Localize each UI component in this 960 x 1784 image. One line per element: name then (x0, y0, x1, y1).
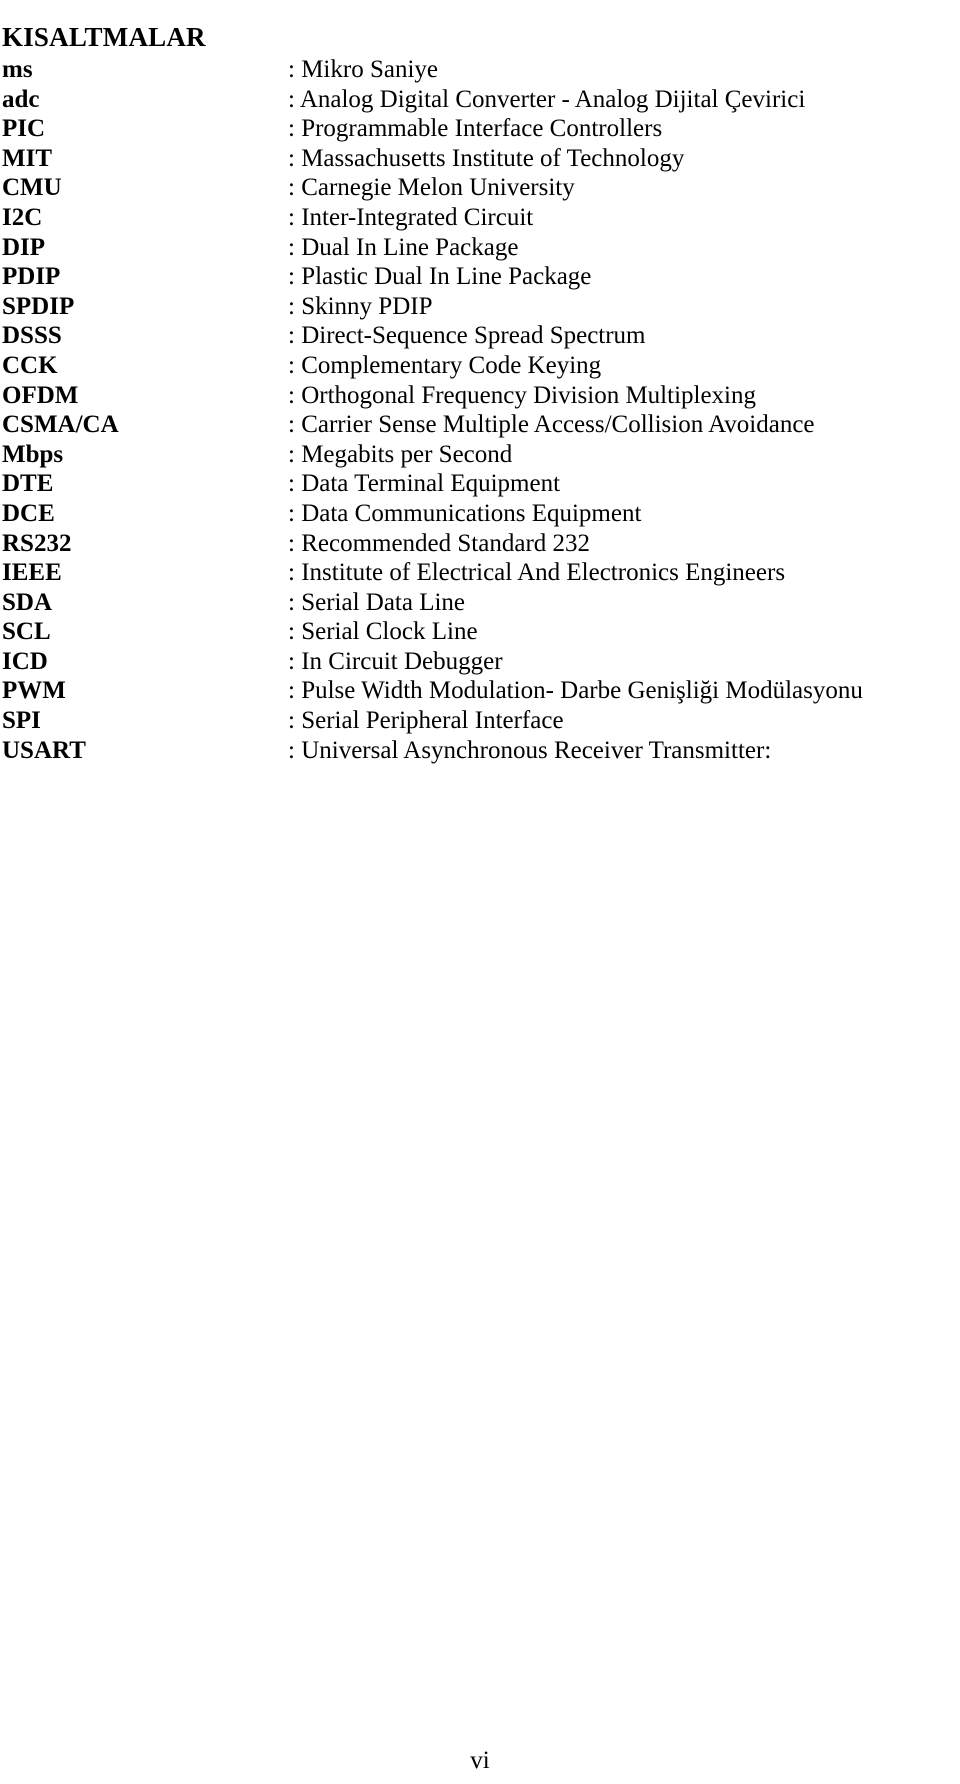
abbreviation-definition: : Orthogonal Frequency Division Multiple… (288, 381, 757, 409)
abbreviation-definition: : In Circuit Debugger (288, 647, 503, 675)
abbreviation-row: Mbps : Megabits per Second (0, 440, 960, 470)
abbreviation-definition: : Megabits per Second (288, 440, 513, 468)
abbreviation-row: adc : Analog Digital Converter - Analog D… (0, 85, 960, 115)
document-page: KISALTMALAR ms : Mikro Saniye adc : Analog … (0, 0, 960, 1784)
abbreviation-definition: : Serial Clock Line (288, 618, 478, 646)
abbreviation-row: RS232 : Recommended Standard 232 (0, 529, 960, 559)
abbreviation-row: IEEE : Institute of Electrical And Electr… (0, 558, 960, 588)
page-title: KISALTMALAR (2, 22, 206, 53)
abbreviation-row: DSSS : Direct-Sequence Spread Spectrum (0, 321, 960, 351)
abbreviation-row: ICD : In Circuit Debugger (0, 647, 960, 677)
abbreviation-term: SPDIP (2, 292, 75, 320)
abbreviation-definition: : Data Communications Equipment (288, 499, 642, 527)
abbreviation-row: CSMA/CA : Carrier Sense Multiple Access/C… (0, 410, 960, 440)
abbreviation-term: DSSS (2, 322, 62, 350)
abbreviation-term: OFDM (2, 381, 79, 409)
abbreviation-definition: : Institute of Electrical And Electronic… (288, 559, 786, 587)
abbreviation-row: USART : Universal Asynchronous Receiver T… (0, 736, 960, 766)
abbreviation-term: SPI (2, 707, 41, 735)
abbreviation-definition: : Massachusetts Institute of Technology (288, 144, 685, 172)
abbreviation-row: SPDIP : Skinny PDIP (0, 292, 960, 322)
abbreviation-term: CSMA/CA (2, 411, 119, 439)
abbreviation-row: DIP : Dual In Line Package (0, 233, 960, 263)
abbreviation-definition: : Serial Peripheral Interface (288, 707, 564, 735)
abbreviation-row: DTE : Data Terminal Equipment (0, 469, 960, 499)
abbreviation-definition: : Serial Data Line (288, 588, 466, 616)
abbreviation-definition: : Skinny PDIP (288, 292, 433, 320)
abbreviation-row: SPI : Serial Peripheral Interface (0, 706, 960, 736)
abbreviation-definition: : Mikro Saniye (288, 56, 438, 83)
abbreviation-definition: : Plastic Dual In Line Package (288, 263, 592, 291)
abbreviation-term: MIT (2, 144, 52, 172)
abbreviation-term: IEEE (2, 559, 62, 587)
abbreviation-row: OFDM : Orthogonal Frequency Division Mult… (0, 381, 960, 411)
abbreviation-term: ms (2, 56, 33, 83)
abbreviation-term: RS232 (2, 529, 72, 557)
abbreviation-definition: : Carnegie Melon University (288, 174, 575, 202)
abbreviation-term: PDIP (2, 263, 61, 291)
abbreviation-row: SCL : Serial Clock Line (0, 617, 960, 647)
abbreviation-term: I2C (2, 203, 43, 231)
abbreviation-term: PIC (2, 115, 46, 143)
abbreviation-definition: : Direct-Sequence Spread Spectrum (288, 322, 646, 350)
abbreviation-definition: : Programmable Interface Controllers (288, 115, 663, 143)
abbreviation-term: CMU (2, 174, 62, 202)
abbreviation-row: CCK : Complementary Code Keying (0, 351, 960, 381)
abbreviation-term: PWM (2, 677, 66, 705)
abbreviation-term: CCK (2, 351, 58, 379)
abbreviation-row: PDIP : Plastic Dual In Line Package (0, 262, 960, 292)
abbreviations-list: ms : Mikro Saniye adc : Analog Digital Conv… (0, 55, 960, 765)
abbreviation-row: I2C : Inter-Integrated Circuit (0, 203, 960, 233)
page-number: vi (470, 1747, 490, 1774)
abbreviation-row: PIC : Programmable Interface Controllers (0, 114, 960, 144)
abbreviation-definition: : Universal Asynchronous Receiver Transm… (288, 736, 772, 764)
abbreviation-term: DTE (2, 470, 54, 498)
abbreviation-term: DCE (2, 499, 55, 527)
abbreviation-term: Mbps (2, 440, 64, 468)
abbreviation-term: adc (2, 85, 40, 113)
abbreviation-definition: : Inter-Integrated Circuit (288, 203, 534, 231)
abbreviation-definition: : Carrier Sense Multiple Access/Collisio… (288, 411, 815, 439)
abbreviation-definition: : Complementary Code Keying (288, 351, 602, 379)
abbreviation-definition: : Dual In Line Package (288, 233, 519, 261)
abbreviation-term: SDA (2, 588, 53, 616)
abbreviation-row: MIT : Massachusetts Institute of Technolo… (0, 144, 960, 174)
abbreviation-term: SCL (2, 618, 51, 646)
abbreviation-term: DIP (2, 233, 46, 261)
abbreviation-row: PWM : Pulse Width Modulation- Darbe Geniş… (0, 676, 960, 706)
abbreviation-row: CMU : Carnegie Melon University (0, 173, 960, 203)
abbreviation-definition: : Pulse Width Modulation- Darbe Genişliğ… (288, 677, 863, 705)
abbreviation-definition: : Data Terminal Equipment (288, 470, 561, 498)
abbreviation-term: ICD (2, 647, 48, 675)
abbreviation-row: SDA : Serial Data Line (0, 588, 960, 618)
abbreviation-definition: : Recommended Standard 232 (288, 529, 591, 557)
abbreviation-row: ms : Mikro Saniye (0, 55, 960, 85)
abbreviation-definition: : Analog Digital Converter - Analog Diji… (288, 85, 806, 113)
abbreviation-term: USART (2, 736, 86, 764)
abbreviation-row: DCE : Data Communications Equipment (0, 499, 960, 529)
